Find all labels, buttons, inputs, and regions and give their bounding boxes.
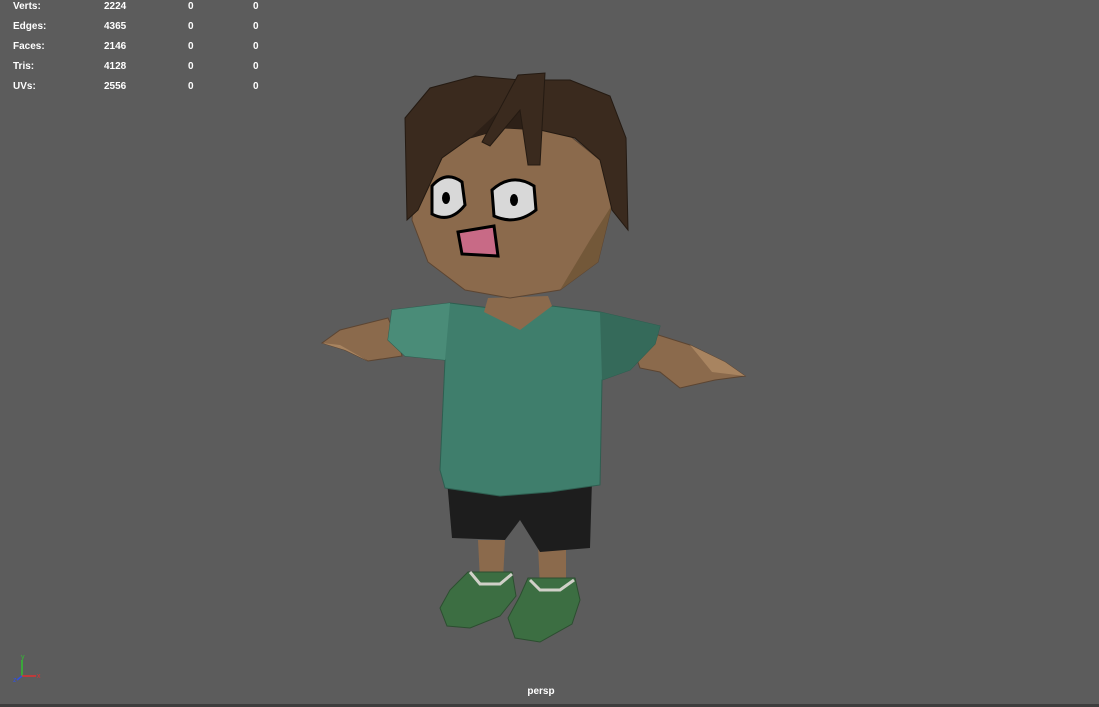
z-axis-label: z: [13, 677, 17, 684]
stat-label: Verts:: [13, 1, 41, 12]
stat-visible: 0: [253, 41, 259, 52]
stat-value: 2556: [104, 81, 127, 92]
x-axis-label: x: [37, 673, 41, 680]
stat-visible: 0: [253, 1, 259, 12]
character-model[interactable]: [300, 60, 780, 660]
stat-label: Faces:: [13, 41, 45, 52]
stat-selected: 0: [188, 1, 194, 12]
axis-gizmo: y x z: [13, 654, 41, 684]
right-shoe[interactable]: [507, 577, 581, 643]
stat-selected: 0: [188, 21, 194, 32]
y-axis-label: y: [21, 654, 25, 661]
stat-row-edges: Edges: 4365 0 0: [13, 20, 273, 40]
stat-visible: 0: [253, 61, 259, 72]
camera-name-label: persp: [527, 686, 555, 697]
stat-label: Edges:: [13, 21, 47, 32]
stat-selected: 0: [188, 41, 194, 52]
stat-label: Tris:: [13, 61, 35, 72]
stat-row-uvs: UVs: 2556 0 0: [13, 80, 273, 100]
stat-visible: 0: [253, 81, 259, 92]
viewport-persp[interactable]: Verts: 2224 0 0 Edges: 4365 0 0 Faces: 2…: [0, 0, 1099, 707]
stat-row-faces: Faces: 2146 0 0: [13, 40, 273, 60]
stat-row-verts: Verts: 2224 0 0: [13, 0, 273, 20]
mouth: [456, 224, 500, 258]
stat-value: 4128: [104, 61, 127, 72]
stat-value: 2224: [104, 1, 127, 12]
stat-label: UVs:: [13, 81, 36, 92]
stat-row-tris: Tris: 4128 0 0: [13, 60, 273, 80]
stat-value: 2146: [104, 41, 127, 52]
stat-selected: 0: [188, 61, 194, 72]
stat-visible: 0: [253, 21, 259, 32]
stat-selected: 0: [188, 81, 194, 92]
z-axis-line: [16, 675, 23, 681]
stat-value: 4365: [104, 21, 127, 32]
poly-count-hud: Verts: 2224 0 0 Edges: 4365 0 0 Faces: 2…: [13, 0, 273, 100]
